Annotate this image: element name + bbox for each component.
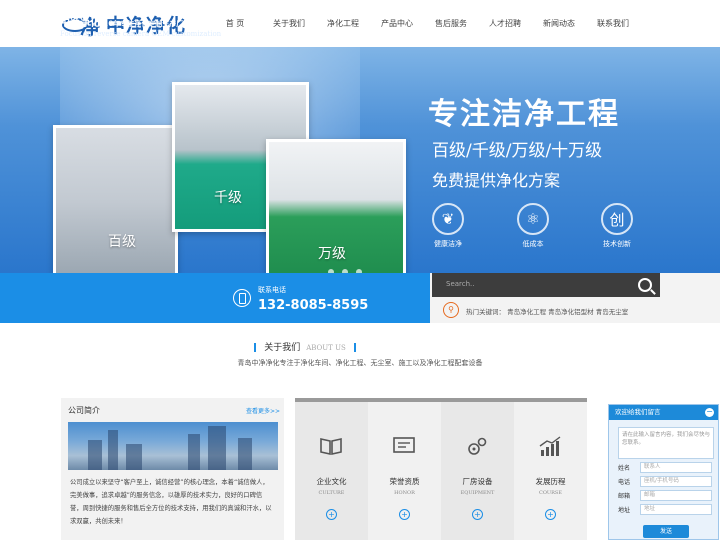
banner-subtitle-1: 百级/千级/万级/十万级 — [432, 141, 603, 161]
company-intro-title: 公司简介 — [68, 406, 100, 415]
brand-tagline-en: Focus on reverse camera OEM customizatio… — [60, 30, 222, 38]
brand-name: 中净净化 10年专注净化定制生产厂家 — [60, 18, 191, 29]
email-input[interactable]: 邮箱 — [640, 490, 712, 501]
search-placeholder[interactable]: Search.. — [446, 280, 475, 288]
nav-products[interactable]: 产品中心 — [370, 0, 424, 47]
about-description: 青岛中净净化专注于净化车间、净化工程、无尘室、施工以及净化工程配套设备 — [237, 359, 483, 367]
phone-field: 电话 座机/手机号码 — [616, 476, 716, 487]
main-nav: 首 页 关于我们 净化工程 产品中心 售后服务 人才招聘 新闻动态 联系我们 — [208, 0, 640, 47]
hero-banner[interactable]: 百级 千级 万级 专注洁净工程 百级/千级/万级/十万级 免费提供净化方案 ❦ … — [0, 47, 720, 273]
send-button[interactable]: 发送 — [643, 525, 689, 538]
tile-culture[interactable]: 企业文化 CULTURE + — [295, 398, 368, 540]
plus-icon[interactable]: + — [472, 509, 483, 520]
minimize-icon[interactable]: − — [705, 408, 714, 417]
message-widget-title: 欢迎给我们留言 − — [609, 405, 718, 420]
hot-keyword-icon: ⚲ — [443, 302, 459, 318]
tile-equipment[interactable]: 厂房设备 EQUIPMENT + — [441, 398, 514, 540]
email-field: 邮箱 邮箱 — [616, 490, 716, 501]
company-intro-text: 公司成立以来坚守“客户至上，诚信经营”的核心理念，本着“诚信做人，完美做事，追求… — [70, 479, 272, 525]
name-field: 姓名 联系人 — [616, 462, 716, 473]
gears-icon — [465, 436, 489, 458]
feature-lowcost: ⚛ 低成本 — [498, 203, 568, 249]
tile-history[interactable]: 发展历程 COURSE + — [514, 398, 587, 540]
address-field: 地址 地址 — [616, 504, 716, 515]
search-icon[interactable] — [638, 278, 652, 292]
plus-icon[interactable]: + — [399, 509, 410, 520]
message-widget: 欢迎给我们留言 − 请在此输入留言内容，我们会尽快与您联系。 姓名 联系人 电话… — [608, 404, 719, 540]
message-textarea[interactable]: 请在此输入留言内容，我们会尽快与您联系。 — [618, 427, 714, 459]
address-input[interactable]: 地址 — [640, 504, 712, 515]
phone-icon — [233, 289, 251, 307]
photo-label-10000: 万级 — [318, 246, 346, 262]
contact-phone[interactable]: 132-8085-8595 — [258, 298, 368, 313]
plus-icon[interactable]: + — [545, 509, 556, 520]
about-heading: 关于我们 ABOUT US — [0, 340, 610, 353]
nav-about[interactable]: 关于我们 — [262, 0, 316, 47]
nav-service[interactable]: 售后服务 — [424, 0, 478, 47]
name-input[interactable]: 联系人 — [640, 462, 712, 473]
plus-icon[interactable]: + — [326, 509, 337, 520]
certificate-icon — [392, 436, 416, 458]
nav-engineering[interactable]: 净化工程 — [316, 0, 370, 47]
banner-subtitle-2: 免费提供净化方案 — [432, 171, 561, 190]
phone-input[interactable]: 座机/手机号码 — [640, 476, 712, 487]
nav-jobs[interactable]: 人才招聘 — [478, 0, 532, 47]
feature-innovation: 创 技术创新 — [582, 203, 652, 249]
nav-contact[interactable]: 联系我们 — [586, 0, 640, 47]
banner-title: 专注洁净工程 — [428, 97, 620, 132]
photo-label-100: 百级 — [108, 234, 136, 250]
nav-home[interactable]: 首 页 — [208, 0, 262, 47]
innovation-icon: 创 — [601, 203, 633, 235]
nav-news[interactable]: 新闻动态 — [532, 0, 586, 47]
tile-honor[interactable]: 荣誉资质 HONOR + — [368, 398, 441, 540]
contact-label: 联系电话 — [258, 286, 286, 294]
feature-health: ❦ 健康洁净 — [413, 203, 483, 249]
atom-icon: ⚛ — [517, 203, 549, 235]
book-icon — [319, 436, 343, 458]
city-skyline-image — [68, 422, 278, 470]
growth-chart-icon — [538, 436, 562, 458]
hot-keywords[interactable]: 热门关键词： 青岛净化工程 青岛净化铝型材 青岛无尘室 — [466, 306, 628, 316]
view-more-link[interactable]: 查看更多>> — [246, 406, 280, 415]
photo-label-1000: 千级 — [214, 190, 242, 206]
leaf-icon: ❦ — [432, 203, 464, 235]
